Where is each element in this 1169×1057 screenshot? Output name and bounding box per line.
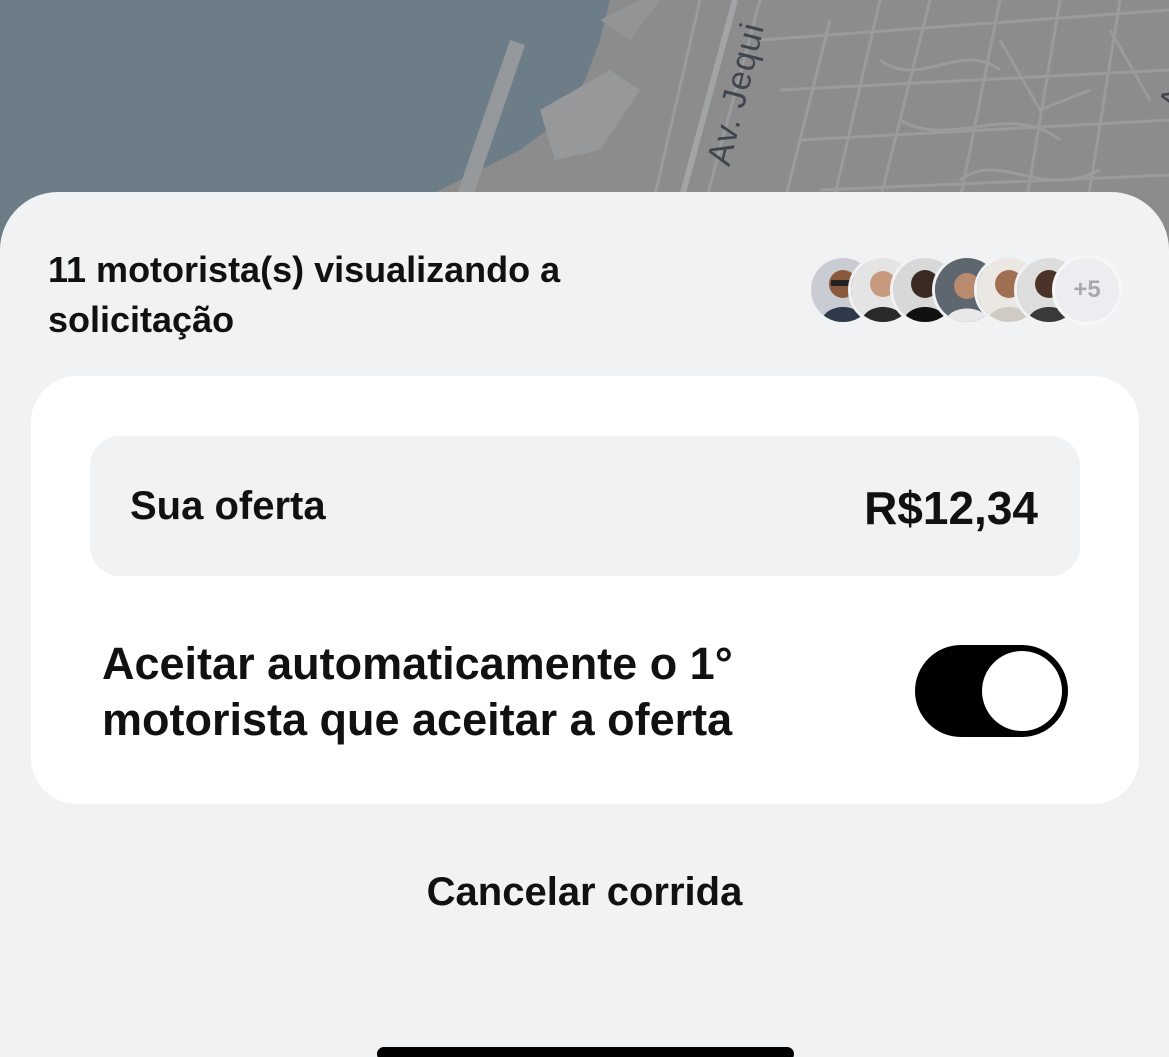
- auto-accept-toggle[interactable]: [915, 645, 1068, 737]
- drivers-viewing-text: 11 motorista(s) visualizando a solicitaç…: [48, 249, 561, 340]
- home-indicator[interactable]: [377, 1047, 794, 1057]
- offer-row: Sua oferta R$12,34: [90, 436, 1080, 576]
- offer-value: R$12,34: [864, 482, 1038, 534]
- driver-avatars: +5: [808, 255, 1128, 329]
- cancel-ride-button[interactable]: Cancelar corrida: [0, 870, 1169, 915]
- toggle-knob: [982, 651, 1062, 731]
- ride-request-screen: Av. Jequi A 11 motorista(s) visualizando…: [0, 0, 1169, 1057]
- auto-accept-label: Aceitar automaticamente o 1° motorista q…: [102, 638, 733, 745]
- more-drivers-badge: +5: [1052, 255, 1122, 325]
- offer-label: Sua oferta: [130, 484, 326, 528]
